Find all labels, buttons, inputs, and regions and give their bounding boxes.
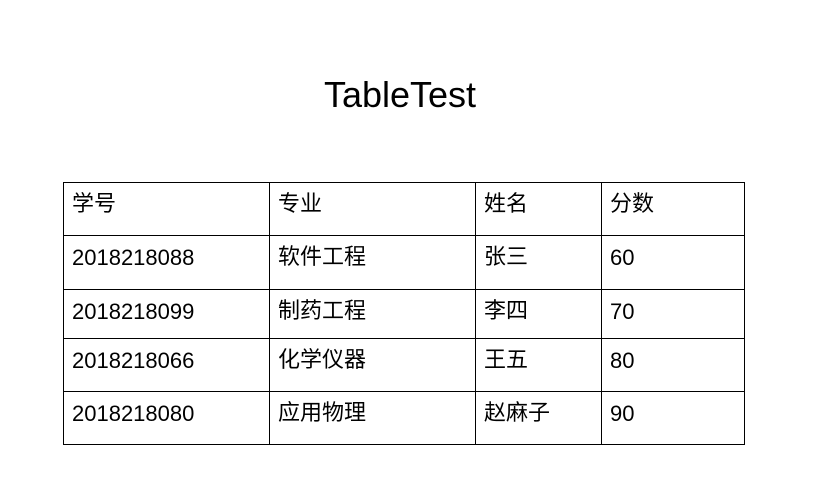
- cell-score: 70: [601, 289, 745, 339]
- cell-major: 软件工程: [269, 235, 476, 290]
- cell-name: 赵麻子: [475, 391, 602, 445]
- cell-major: 应用物理: [269, 391, 476, 445]
- cell-name: 王五: [475, 338, 602, 392]
- cell-name: 张三: [475, 235, 602, 290]
- cell-score: 60: [601, 235, 745, 290]
- header-major: 专业: [269, 182, 476, 236]
- cell-student-id: 2018218099: [63, 289, 270, 339]
- page: TableTest 学号 专业 姓名 分数 2018218088 软件工程 张三…: [0, 0, 823, 498]
- table-row: 2018218066 化学仪器 王五 80: [63, 338, 745, 392]
- cell-name: 李四: [475, 289, 602, 339]
- student-table: 学号 专业 姓名 分数 2018218088 软件工程 张三 60 201821…: [63, 182, 745, 445]
- header-score: 分数: [601, 182, 745, 236]
- cell-major: 制药工程: [269, 289, 476, 339]
- page-title: TableTest: [323, 74, 477, 115]
- cell-student-id: 2018218088: [63, 235, 270, 290]
- header-name: 姓名: [475, 182, 602, 236]
- cell-score: 90: [601, 391, 745, 445]
- cell-student-id: 2018218080: [63, 391, 270, 445]
- table-row: 2018218088 软件工程 张三 60: [63, 235, 745, 290]
- cell-score: 80: [601, 338, 745, 392]
- table-row: 2018218080 应用物理 赵麻子 90: [63, 391, 745, 445]
- header-student-id: 学号: [63, 182, 270, 236]
- table-header-row: 学号 专业 姓名 分数: [63, 182, 745, 236]
- cell-student-id: 2018218066: [63, 338, 270, 392]
- table-row: 2018218099 制药工程 李四 70: [63, 289, 745, 339]
- cell-major: 化学仪器: [269, 338, 476, 392]
